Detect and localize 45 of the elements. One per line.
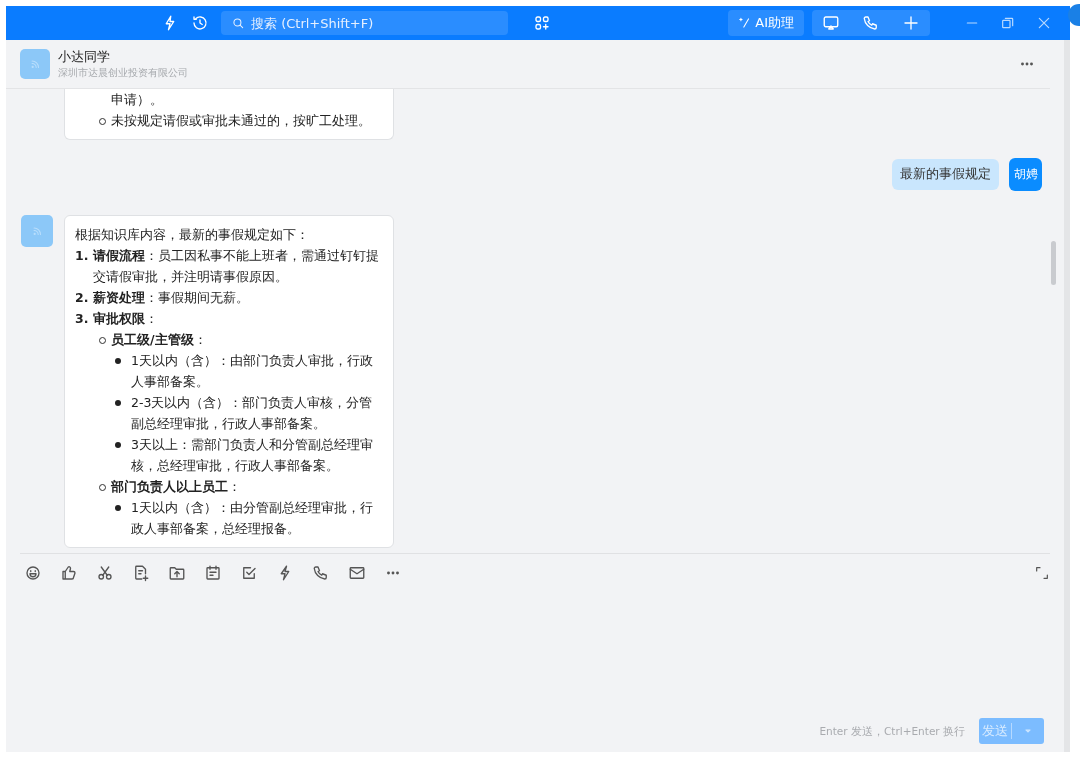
scrollbar[interactable] [1051, 241, 1056, 285]
message-text: 1天以内（含）：由部门负责人审批，行政人事部备案。 [131, 352, 374, 391]
screen-share-icon[interactable] [822, 14, 840, 32]
message-text: 部门负责人以上员工： [111, 478, 241, 496]
mail-icon[interactable] [348, 564, 366, 582]
user-message: 最新的事假规定 [892, 159, 999, 190]
document-add-icon[interactable] [132, 564, 150, 582]
chat-name: 小达同学 [58, 48, 111, 66]
checkbox-icon[interactable] [240, 564, 258, 582]
message-text: 2-3天以内（含）：部门负责人审核，分管副总经理审批，行政人事部备案。 [131, 394, 374, 433]
message-text: 3天以上：需部门负责人和分管副总经理审核，总经理审批，行政人事部备案。 [131, 436, 374, 475]
bullet-icon [115, 358, 121, 364]
ai-assistant-button[interactable]: AI助理 [728, 10, 804, 36]
user-avatar: 胡娉 [1009, 158, 1042, 191]
message-text: 薪资处理：事假期间无薪。 [93, 289, 249, 307]
list-number: 1. [75, 247, 90, 265]
list-number: 2. [75, 289, 90, 307]
search-icon [231, 16, 245, 30]
message-text: 1天以内（含）：由分管副总经理审批，行政人事部备案，总经理报备。 [131, 499, 374, 538]
bullet-icon [115, 505, 121, 511]
thumbs-up-icon[interactable] [60, 564, 78, 582]
search-field[interactable]: 搜索 (Ctrl+Shift+F) [221, 11, 508, 35]
message-text: 员工级/主管级： [111, 331, 207, 349]
restore-icon[interactable] [1000, 15, 1016, 31]
bullet-icon [115, 442, 121, 448]
phone-icon[interactable] [862, 14, 880, 32]
folder-upload-icon[interactable] [168, 564, 186, 582]
message-text: 审批权限： [93, 310, 158, 328]
close-icon[interactable] [1036, 15, 1052, 31]
calendar-icon[interactable] [204, 564, 222, 582]
message-text: 未按规定请假或审批未通过的，按旷工处理。 [111, 112, 371, 130]
phone-icon[interactable] [312, 564, 330, 582]
history-icon[interactable] [191, 14, 209, 32]
bullet-icon [115, 400, 121, 406]
list-number: 3. [75, 310, 90, 328]
message-text: 申请）。 [111, 91, 163, 109]
message-text: 请假流程：员工因私事不能上班者，需通过钉钉提交请假审批，并注明请事假原因。 [93, 247, 380, 286]
shortcut-hint: Enter 发送，Ctrl+Enter 换行 [819, 724, 965, 739]
smile-icon[interactable] [24, 564, 42, 582]
apps-add-icon[interactable] [533, 14, 551, 32]
plus-icon[interactable] [902, 14, 920, 32]
scissors-icon[interactable] [96, 564, 114, 582]
expand-icon[interactable] [1034, 565, 1050, 581]
organization-name: 深圳市达晨创业投资有限公司 [58, 66, 189, 80]
message-text: 根据知识库内容，最新的事假规定如下： [75, 226, 309, 244]
